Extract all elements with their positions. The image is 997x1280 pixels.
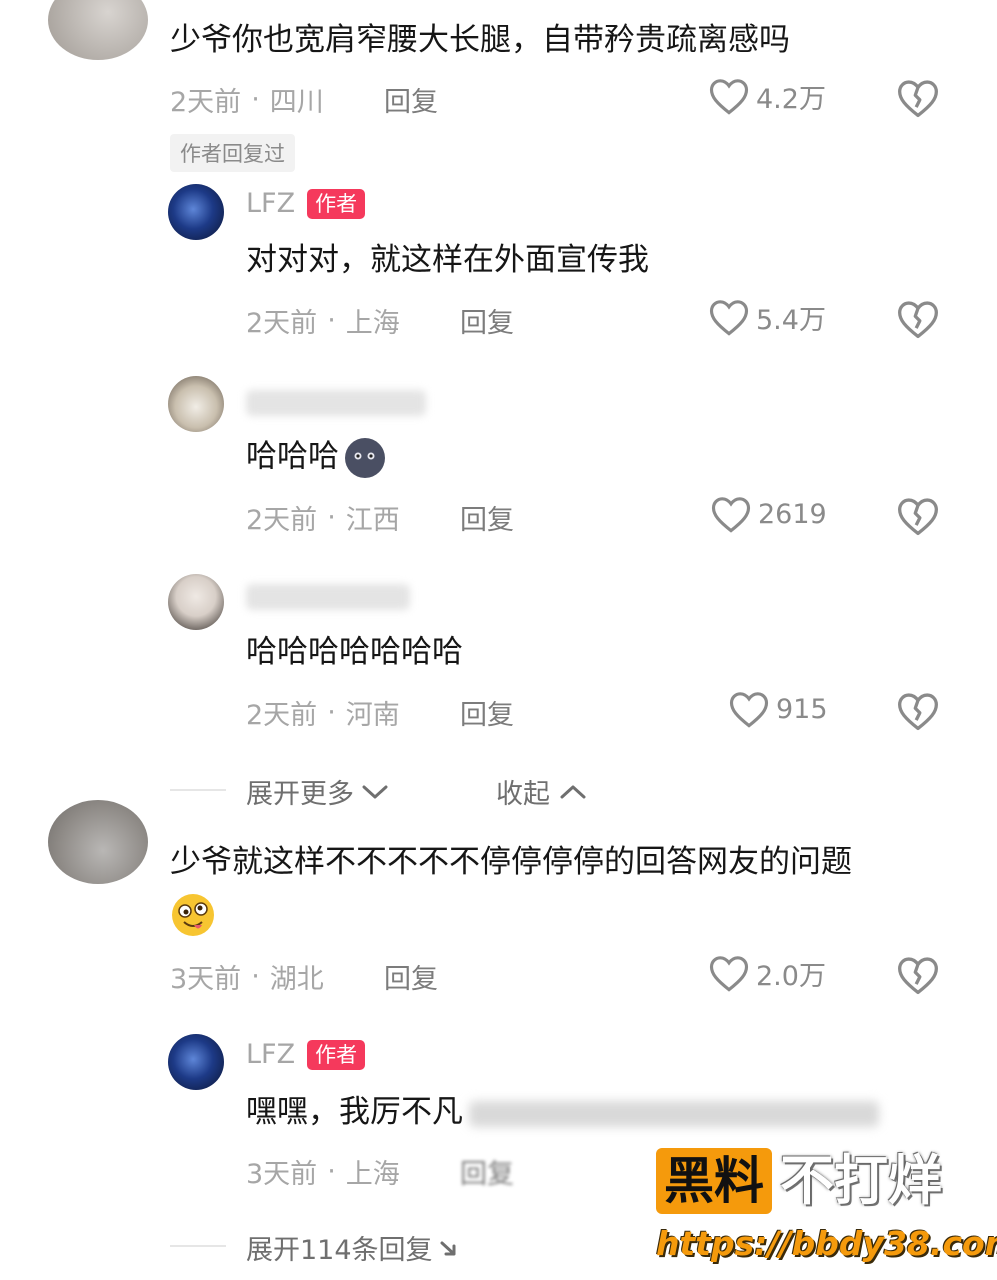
reply-meta: 2天前 · 江西 (246, 498, 400, 537)
dislike-button[interactable] (896, 954, 940, 1000)
dislike-button[interactable] (896, 690, 940, 736)
reply-time: 2天前 (246, 308, 318, 339)
author-replied-tag: 作者回复过 (170, 134, 295, 172)
chevron-down-icon (440, 1241, 456, 1255)
comment-meta: 2天前 · 四川 (170, 80, 324, 119)
expand-replies-label: 展开114条回复 (246, 1235, 433, 1266)
like-count: 915 (776, 693, 828, 725)
broken-heart-icon (898, 80, 938, 118)
avatar[interactable] (48, 0, 148, 60)
avatar[interactable] (168, 574, 224, 630)
reply-button[interactable]: 回复 (460, 1152, 514, 1191)
heart-icon (709, 300, 749, 336)
watermark: 黑料 不打烊 https://bbdy38.com (656, 1148, 997, 1272)
reply-button[interactable]: 回复 (460, 693, 514, 732)
reply-button[interactable]: 回复 (460, 498, 514, 537)
username-text: LFZ (246, 1039, 296, 1070)
heart-icon (729, 692, 769, 728)
collapse-label: 收起 (496, 779, 550, 810)
heart-icon (711, 497, 751, 533)
reply-username[interactable]: LFZ 作者 (246, 1039, 366, 1070)
comment-emoji (170, 892, 216, 942)
reply-meta: 3天前 · 上海 (246, 1152, 400, 1191)
like-button[interactable]: 4.2万 (708, 76, 826, 116)
reply-meta: 2天前 · 上海 (246, 301, 400, 340)
silly-face-emoji-icon (172, 894, 214, 936)
comment-text: 少爷你也宽肩窄腰大长腿，自带矜贵疏离感吗 (170, 22, 790, 58)
like-button[interactable]: 915 (728, 689, 828, 729)
dislike-button[interactable] (896, 77, 940, 123)
meta-separator: · (251, 961, 260, 992)
blurred-username[interactable] (246, 390, 426, 416)
reply-location: 河南 (345, 700, 400, 731)
reply-time: 2天前 (246, 700, 318, 731)
reply-text: 嘿嘿，我厉不凡 (246, 1092, 879, 1132)
reply-text: 对对对，就这样在外面宣传我 (246, 242, 649, 278)
comment-location: 湖北 (269, 964, 324, 995)
avatar[interactable] (168, 376, 224, 432)
expand-divider (170, 1245, 226, 1247)
dislike-button[interactable] (896, 298, 940, 344)
like-count: 2.0万 (756, 960, 826, 992)
meta-separator: · (327, 502, 336, 533)
like-count: 2619 (758, 498, 827, 530)
reply-button[interactable]: 回复 (384, 80, 438, 119)
meta-separator: · (251, 84, 260, 115)
meta-separator: · (327, 697, 336, 728)
like-count: 5.4万 (756, 304, 826, 336)
meta-separator: · (327, 1156, 336, 1187)
dislike-button[interactable] (896, 495, 940, 541)
chevron-down-icon (362, 785, 388, 798)
expand-more-label: 展开更多 (246, 779, 354, 810)
reply-location: 上海 (345, 308, 400, 339)
broken-heart-icon (898, 498, 938, 536)
collapse-button[interactable]: 收起 (496, 772, 588, 811)
expand-more-button[interactable]: 展开更多 (246, 772, 390, 811)
reply-location: 江西 (345, 505, 400, 536)
watermark-url: https://bbdy38.com (656, 1224, 997, 1263)
comment-time: 3天前 (170, 964, 242, 995)
heart-icon (709, 79, 749, 115)
watermark-brand-rest: 不打烊 (780, 1149, 942, 1212)
like-button[interactable]: 2.0万 (708, 953, 826, 993)
blurred-username[interactable] (246, 584, 410, 610)
like-button[interactable]: 2619 (710, 494, 827, 534)
watermark-brand-box: 黑料 (656, 1148, 772, 1214)
avatar[interactable] (168, 1034, 224, 1090)
comment-location: 四川 (269, 87, 324, 118)
reply-button[interactable]: 回复 (384, 957, 438, 996)
like-count: 4.2万 (756, 83, 826, 115)
reply-location: 上海 (345, 1159, 400, 1190)
reply-meta: 2天前 · 河南 (246, 693, 400, 732)
moon-emoji-icon (345, 438, 385, 478)
reply-time: 3天前 (246, 1159, 318, 1190)
broken-heart-icon (898, 301, 938, 339)
avatar[interactable] (48, 800, 148, 884)
reply-text: 哈哈哈 (246, 436, 387, 480)
like-button[interactable]: 5.4万 (708, 297, 826, 337)
avatar[interactable] (168, 184, 224, 240)
reply-time: 2天前 (246, 505, 318, 536)
heart-icon (709, 956, 749, 992)
username-text: LFZ (246, 188, 296, 219)
reply-text: 哈哈哈哈哈哈哈 (246, 634, 463, 670)
comment-meta: 3天前 · 湖北 (170, 957, 324, 996)
reply-button[interactable]: 回复 (460, 301, 514, 340)
chevron-up-icon (560, 785, 586, 798)
author-badge: 作者 (307, 1039, 366, 1070)
broken-heart-icon (898, 957, 938, 995)
meta-separator: · (327, 305, 336, 336)
broken-heart-icon (898, 693, 938, 731)
reply-username[interactable]: LFZ 作者 (246, 188, 366, 219)
expand-divider (170, 789, 226, 791)
author-badge: 作者 (307, 188, 366, 219)
expand-replies-button[interactable]: 展开114条回复 (246, 1228, 461, 1267)
watermark-brand: 黑料 不打烊 (656, 1148, 942, 1214)
comment-text: 少爷就这样不不不不不停停停停的回答网友的问题 (170, 844, 852, 880)
comment-time: 2天前 (170, 87, 242, 118)
blurred-text (469, 1100, 879, 1127)
